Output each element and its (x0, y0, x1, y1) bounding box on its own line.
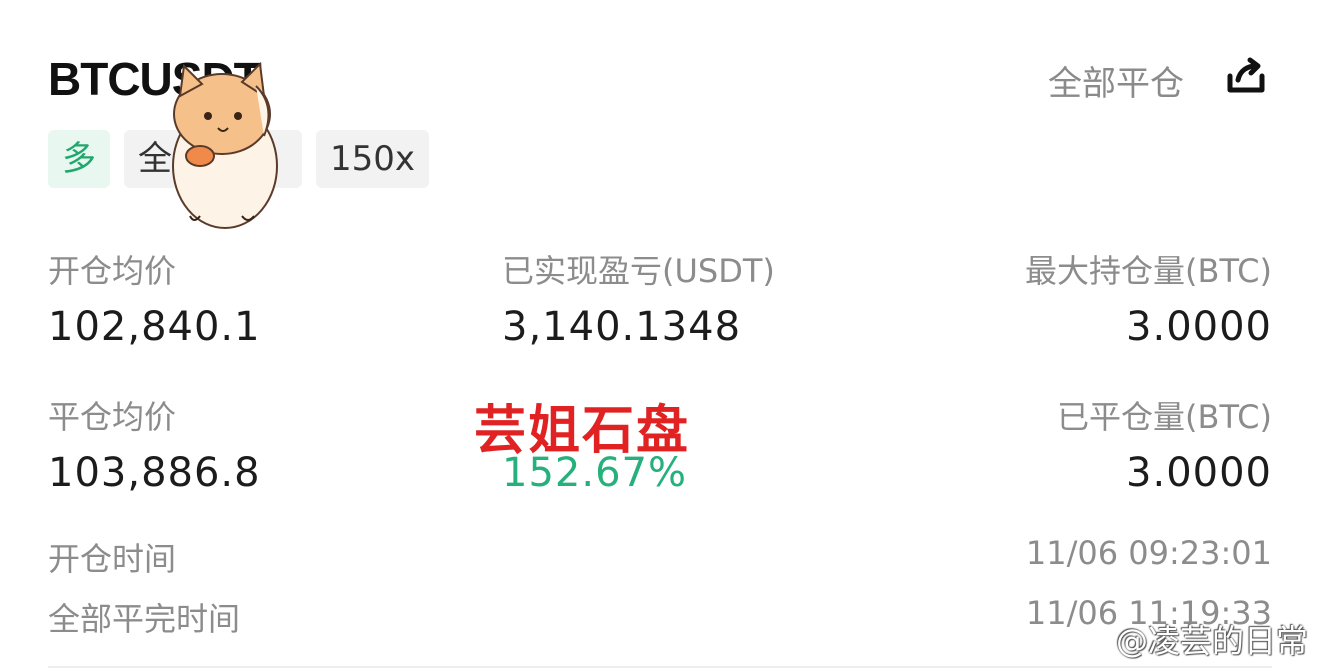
position-detail-card: BTCUSDT 全部平仓 多 全仓 150x 开仓均价 102,840.1 已实… (0, 0, 1320, 672)
max-position-value: 3.0000 (1126, 304, 1272, 350)
weibo-credit: @凌芸的日常 (1115, 622, 1308, 660)
watermark-text: 芸姐石盘 (474, 401, 691, 461)
long-tag: 多 (48, 130, 110, 188)
cat-sticker (172, 61, 278, 229)
leverage-tag: 150x (316, 130, 430, 188)
open-avg-price-label: 开仓均价 (48, 252, 177, 290)
close-all-button[interactable]: 全部平仓 (1048, 56, 1184, 105)
share-icon[interactable] (1222, 52, 1270, 100)
divider (48, 666, 1272, 668)
realized-pnl-label: 已实现盈亏(USDT) (502, 252, 775, 290)
close-time-label: 全部平完时间 (48, 600, 241, 638)
closed-amount-value: 3.0000 (1126, 450, 1272, 496)
close-avg-price-value: 103,886.8 (48, 450, 261, 496)
realized-pnl-value: 3,140.1348 (502, 304, 742, 350)
open-time-value: 11/06 09:23:01 (1025, 534, 1272, 572)
closed-amount-label: 已平仓量(BTC) (1057, 398, 1272, 436)
open-avg-price-value: 102,840.1 (48, 304, 261, 350)
max-position-label: 最大持仓量(BTC) (1025, 252, 1272, 290)
open-time-label: 开仓时间 (48, 540, 177, 578)
close-avg-price-label: 平仓均价 (48, 398, 177, 436)
